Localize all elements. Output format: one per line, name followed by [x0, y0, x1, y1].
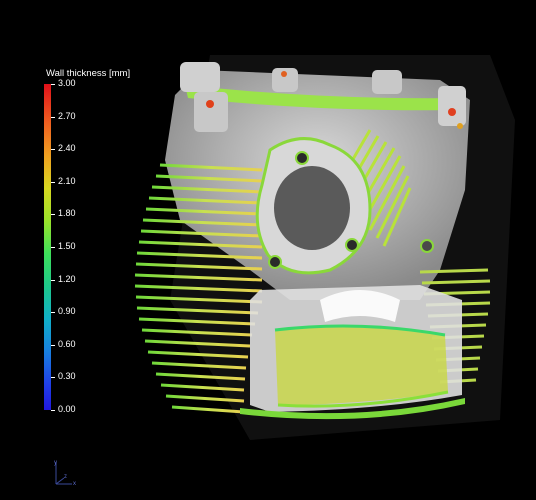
- legend-tick-label: 2.40: [58, 143, 76, 154]
- legend-tick-label: 0.00: [58, 404, 76, 414]
- triad-x-label: x: [73, 481, 76, 487]
- lower-skirt: [250, 285, 462, 412]
- legend-tick-label: 1.20: [58, 273, 76, 284]
- legend-tick-label: 2.10: [58, 175, 76, 186]
- legend-tick-mark: [51, 181, 55, 183]
- legend-tick-mark: [51, 279, 55, 281]
- legend-tick-label: 1.80: [58, 208, 76, 219]
- axis-triad: y x z: [54, 460, 76, 487]
- legend-tick-mark: [51, 116, 55, 118]
- legend-tick-label: 0.60: [58, 338, 76, 349]
- legend-tick-label: 2.70: [58, 110, 76, 121]
- legend-tick-mark: [51, 149, 55, 151]
- legend-tick-mark: [51, 247, 55, 248]
- legend-tick-label: 1.50: [58, 241, 76, 251]
- legend-tick-mark: [51, 214, 55, 216]
- legend-tick-mark: [51, 344, 55, 346]
- triad-z-label: z: [64, 474, 67, 480]
- legend-tick-mark: [51, 312, 55, 314]
- legend-tick-label: 0.30: [58, 371, 76, 382]
- wall-thickness-legend: Wall thickness [mm] 3.00 2.70 2.40 2.10 1.80…: [42, 68, 142, 418]
- legend-tick-mark: [51, 377, 55, 379]
- legend-tick-label: 0.90: [58, 306, 76, 317]
- legend-tick-label: 3.00: [58, 78, 76, 88]
- cylinder-model[interactable]: [134, 55, 515, 440]
- legend-colorbar: [44, 84, 51, 410]
- legend-tick-mark: [51, 410, 55, 411]
- legend-tick-mark: [51, 84, 55, 85]
- legend-ticks: 3.00 2.70 2.40 2.10 1.80 1.50 1.20 0.90 0.60 0.30…: [51, 78, 111, 414]
- triad-y-label: y: [54, 460, 57, 466]
